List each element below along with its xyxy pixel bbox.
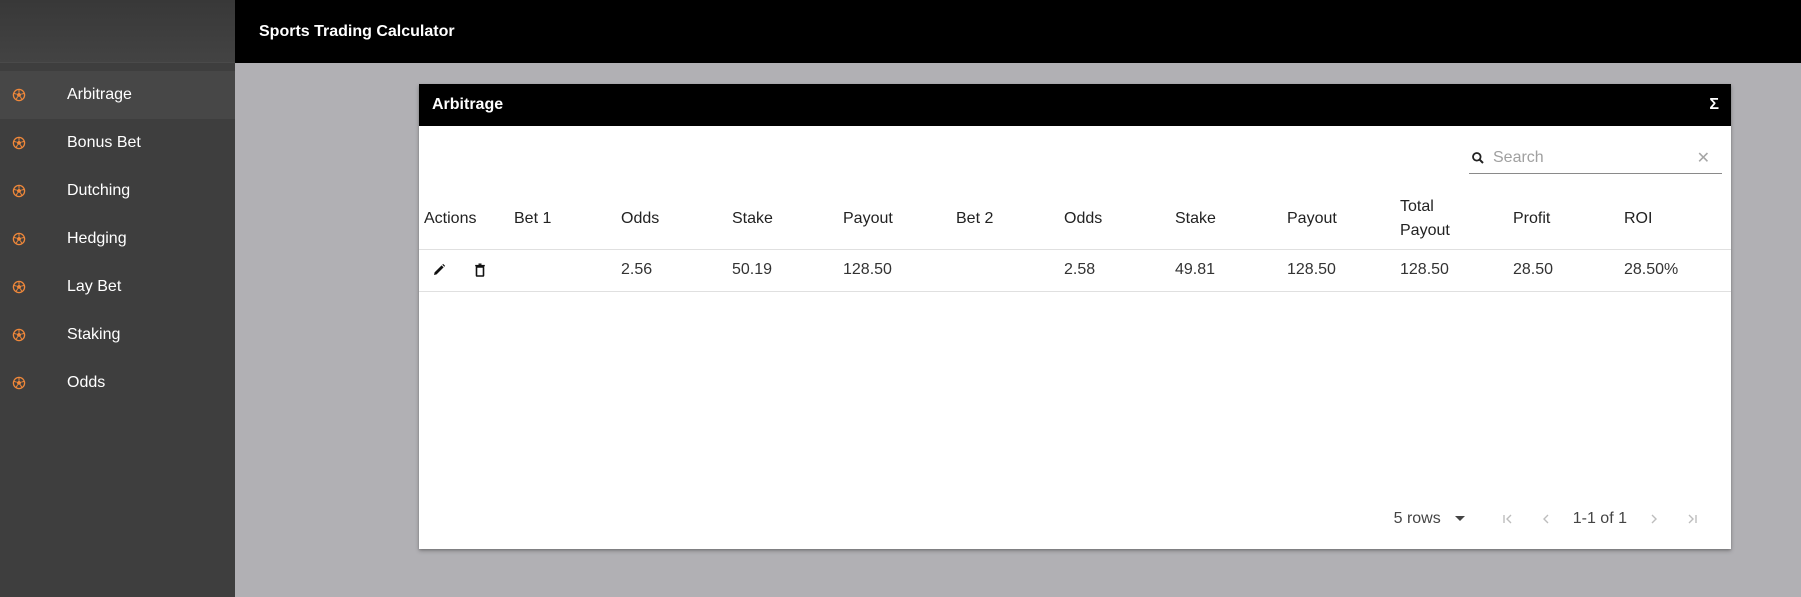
sidebar-item-bonus-bet[interactable]: Bonus Bet xyxy=(0,119,235,167)
cell-payout-1: 128.50 xyxy=(838,249,951,292)
card-header: Arbitrage Σ xyxy=(419,84,1731,126)
card-title: Arbitrage xyxy=(432,96,504,113)
sidebar-nav: Arbitrage Bonus Bet Dutching Hedging Lay… xyxy=(0,63,235,407)
column-header-profit[interactable]: Profit xyxy=(1508,190,1619,250)
sidebar: Arbitrage Bonus Bet Dutching Hedging Lay… xyxy=(0,0,235,597)
sidebar-item-arbitrage[interactable]: Arbitrage xyxy=(0,71,235,119)
row-actions xyxy=(419,250,509,291)
cell-stake-1: 50.19 xyxy=(727,249,838,292)
column-header-payout-1[interactable]: Payout xyxy=(838,190,951,250)
sidebar-item-label: Odds xyxy=(67,374,106,391)
column-header-total-payout[interactable]: Total Payout xyxy=(1395,190,1508,250)
cell-stake-2: 49.81 xyxy=(1170,249,1282,292)
column-header-odds-1[interactable]: Odds xyxy=(616,190,727,250)
sidebar-item-label: Lay Bet xyxy=(67,278,122,295)
soccer-ball-icon xyxy=(12,88,26,102)
last-page-icon[interactable] xyxy=(1685,512,1699,526)
sidebar-header xyxy=(0,0,235,63)
sidebar-item-label: Hedging xyxy=(67,230,127,247)
top-app-bar: Sports Trading Calculator xyxy=(235,0,1801,63)
column-header-payout-2[interactable]: Payout xyxy=(1282,190,1395,250)
rows-per-page-value: 5 rows xyxy=(1393,510,1441,527)
app-title: Sports Trading Calculator xyxy=(259,22,455,40)
cell-bet-2 xyxy=(951,249,1059,292)
column-header-bet-1[interactable]: Bet 1 xyxy=(509,190,616,250)
cell-total-payout: 128.50 xyxy=(1395,249,1508,292)
soccer-ball-icon xyxy=(12,232,26,246)
sidebar-item-staking[interactable]: Staking xyxy=(0,311,235,359)
sidebar-item-hedging[interactable]: Hedging xyxy=(0,215,235,263)
column-header-bet-2[interactable]: Bet 2 xyxy=(951,190,1059,250)
rows-per-page-select[interactable]: 5 rows xyxy=(1394,510,1465,528)
column-header-actions: Actions xyxy=(419,190,509,250)
soccer-ball-icon xyxy=(12,328,26,342)
column-header-odds-2[interactable]: Odds xyxy=(1059,190,1170,250)
previous-page-icon[interactable] xyxy=(1539,512,1553,526)
sidebar-item-label: Dutching xyxy=(67,182,131,199)
clear-search-icon[interactable]: ✕ xyxy=(1697,148,1710,168)
soccer-ball-icon xyxy=(12,280,26,294)
page-range-text: 1-1 of 1 xyxy=(1572,510,1627,527)
cell-bet-1 xyxy=(509,249,616,292)
next-page-icon[interactable] xyxy=(1647,512,1661,526)
summary-sigma-button[interactable]: Σ xyxy=(1709,96,1719,114)
cell-payout-2: 128.50 xyxy=(1282,249,1395,292)
caret-down-icon xyxy=(1454,516,1465,521)
cell-profit: 28.50 xyxy=(1508,249,1619,292)
arbitrage-table-card: Arbitrage Σ ✕ Actions Bet 1 Odds Stake P… xyxy=(419,84,1731,549)
sidebar-item-dutching[interactable]: Dutching xyxy=(0,167,235,215)
cell-odds-2: 2.58 xyxy=(1059,249,1170,292)
sidebar-item-label: Arbitrage xyxy=(67,86,132,103)
delete-trash-icon[interactable] xyxy=(473,263,487,277)
search-icon xyxy=(1472,151,1484,164)
table-header-row: Actions Bet 1 Odds Stake Payout Bet 2 Od… xyxy=(419,190,1731,250)
results-table: Actions Bet 1 Odds Stake Payout Bet 2 Od… xyxy=(419,190,1731,292)
cell-odds-1: 2.56 xyxy=(616,249,727,292)
table-row: 2.56 50.19 128.50 2.58 49.81 128.50 128.… xyxy=(419,249,1731,292)
sidebar-item-label: Staking xyxy=(67,326,121,343)
soccer-ball-icon xyxy=(12,184,26,198)
cell-roi: 28.50% xyxy=(1619,249,1731,292)
sidebar-item-odds[interactable]: Odds xyxy=(0,359,235,407)
soccer-ball-icon xyxy=(12,376,26,390)
first-page-icon[interactable] xyxy=(1501,512,1515,526)
column-header-stake-1[interactable]: Stake xyxy=(727,190,838,250)
column-header-stake-2[interactable]: Stake xyxy=(1170,190,1282,250)
search-input[interactable] xyxy=(1493,148,1697,167)
search-box: ✕ xyxy=(1469,142,1722,174)
sidebar-item-lay-bet[interactable]: Lay Bet xyxy=(0,263,235,311)
column-header-roi[interactable]: ROI xyxy=(1619,190,1731,250)
sidebar-item-label: Bonus Bet xyxy=(67,134,141,151)
edit-pencil-icon[interactable] xyxy=(432,263,446,277)
soccer-ball-icon xyxy=(12,136,26,150)
pagination-footer: 5 rows 1-1 of 1 xyxy=(419,504,1731,534)
